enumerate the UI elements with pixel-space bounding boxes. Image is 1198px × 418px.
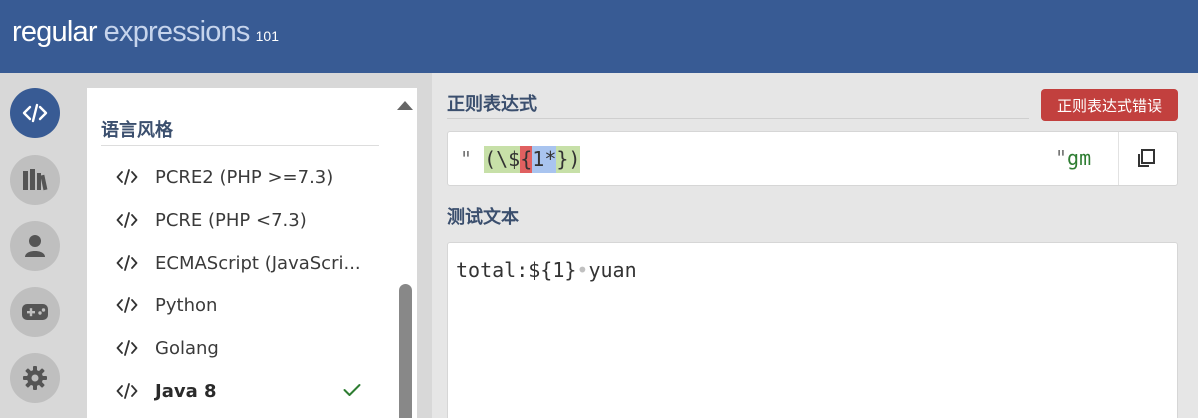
regex-token-quantifier: * <box>544 146 557 173</box>
flavor-item-label: PCRE2 (PHP >=7.3) <box>155 166 334 188</box>
code-icon <box>116 381 142 401</box>
regex-delimiter-close: " <box>1055 146 1068 170</box>
site-logo[interactable]: regular expressions 101 <box>12 16 279 49</box>
copy-divider <box>1118 132 1119 185</box>
flavor-item-python[interactable]: Python <box>116 290 366 320</box>
gamepad-icon <box>22 304 48 320</box>
flavor-panel-divider <box>101 145 379 146</box>
whitespace-marker: • <box>576 258 589 282</box>
test-string-input[interactable]: total:${1}•yuan <box>456 258 637 282</box>
gear-icon <box>23 366 47 390</box>
test-string-box[interactable]: total:${1}•yuan <box>447 242 1178 418</box>
logo-word-expressions: expressions <box>103 16 251 48</box>
copy-icon <box>1138 149 1155 167</box>
regex-token-literal: 1 <box>532 146 545 173</box>
checkmark-icon <box>343 382 361 401</box>
library-icon <box>23 169 48 191</box>
account-button[interactable] <box>10 221 60 271</box>
regex-token-group-close: ) <box>568 146 581 173</box>
regex-flags-text: gm <box>1067 146 1092 170</box>
flavor-item-label: Python <box>155 294 218 316</box>
code-icon <box>116 210 142 230</box>
app-header: regular expressions 101 <box>0 0 1198 73</box>
regex-token-error: { <box>520 146 533 173</box>
regex-section-divider <box>447 118 1029 119</box>
test-text-part2: yuan <box>588 258 637 282</box>
regex-token-brace: } <box>556 146 569 173</box>
flavor-item-pcre2[interactable]: PCRE2 (PHP >=7.3) <box>116 162 366 192</box>
flavor-panel-title: 语言风格 <box>101 120 173 141</box>
flavor-item-label: Java 8 <box>155 380 217 402</box>
regex-token-escape: \$ <box>496 146 521 173</box>
flavor-item-label: PCRE (PHP <7.3) <box>155 209 307 231</box>
icon-sidebar <box>0 73 72 418</box>
regex-input[interactable]: " (\${1*}) <box>460 146 581 173</box>
test-section-title: 测试文本 <box>447 207 519 228</box>
regex-error-badge[interactable]: 正则表达式错误 <box>1041 89 1178 121</box>
logo-version: 101 <box>255 28 279 44</box>
scrollbar-thumb[interactable] <box>399 284 412 418</box>
code-icon <box>116 253 142 273</box>
settings-button[interactable] <box>10 353 60 403</box>
copy-regex-button[interactable] <box>1136 148 1156 172</box>
regex-delimiter-open: " <box>460 147 473 171</box>
user-icon <box>25 235 45 257</box>
flavor-item-pcre[interactable]: PCRE (PHP <7.3) <box>116 205 366 235</box>
flavor-item-label: Golang <box>155 337 219 359</box>
regex-flags[interactable]: "gm <box>1055 146 1091 170</box>
flavor-item-ecmascript[interactable]: ECMAScript (JavaScri... <box>116 248 366 278</box>
flavor-item-java8[interactable]: Java 8 <box>116 376 366 406</box>
quiz-button[interactable] <box>10 287 60 337</box>
flavor-item-label: ECMAScript (JavaScri... <box>155 252 361 274</box>
code-icon <box>116 295 142 315</box>
code-icon <box>116 167 142 187</box>
flavor-item-golang[interactable]: Golang <box>116 333 366 363</box>
regex-input-box[interactable]: " (\${1*}) "gm <box>447 131 1178 186</box>
test-text-part1: total:${1} <box>456 258 577 282</box>
regex-section-title: 正则表达式 <box>447 94 537 115</box>
code-icon <box>22 103 48 123</box>
library-button[interactable] <box>10 155 60 205</box>
code-icon <box>116 338 142 358</box>
scroll-up-arrow[interactable] <box>397 101 413 110</box>
regex-token-group-open: ( <box>484 146 497 173</box>
logo-word-regular: regular <box>12 16 97 48</box>
flavor-panel: 语言风格 PCRE2 (PHP >=7.3) PCRE (PHP <7.3) E… <box>87 88 417 418</box>
code-editor-button[interactable] <box>10 88 60 138</box>
